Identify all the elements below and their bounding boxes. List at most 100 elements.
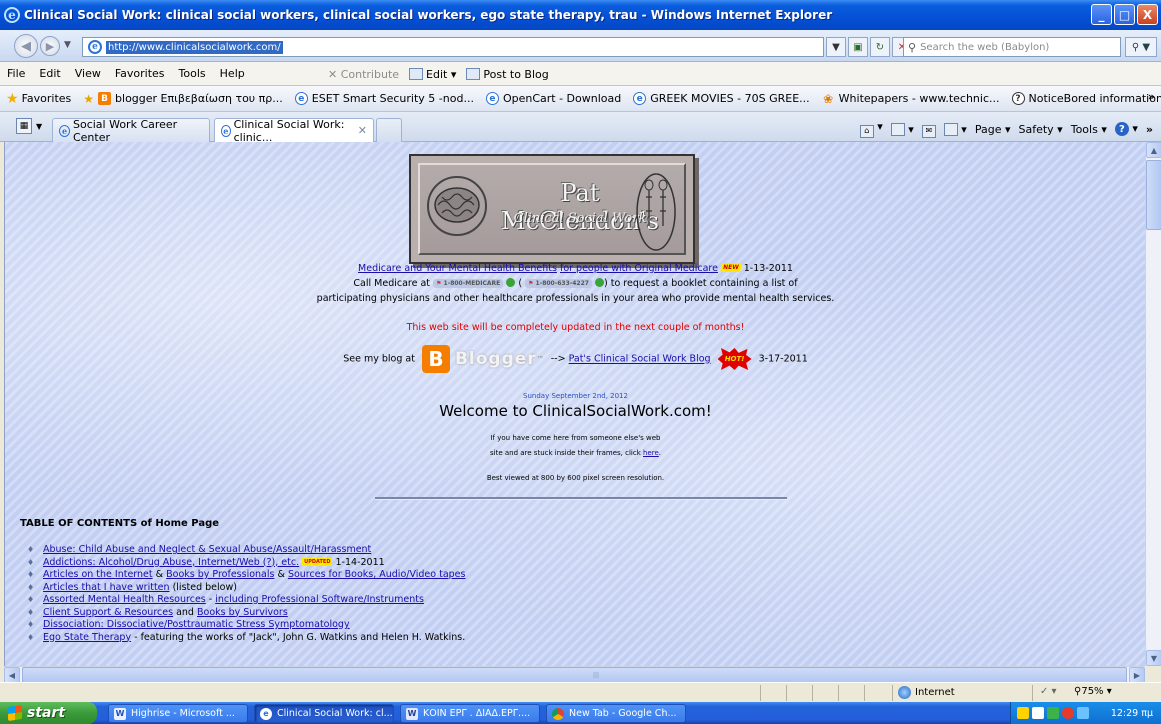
compatibility-view-icon[interactable]: ▣ (848, 37, 868, 57)
recent-pages-dropdown[interactable]: ▼ (64, 40, 71, 50)
toc-link[interactable]: Ego State Therapy (43, 632, 131, 643)
horizontal-scrollbar[interactable]: ◀ ||| ▶ (4, 666, 1145, 683)
scroll-up-icon[interactable]: ▲ (1146, 142, 1161, 158)
page-viewport: Pat McClendon's Clinical Social Work Med… (4, 142, 1145, 666)
favorites-button[interactable]: Favorites (22, 92, 72, 105)
menu-favorites[interactable]: Favorites (108, 67, 172, 80)
start-button[interactable]: start (0, 702, 97, 724)
tab-social-work-career-center[interactable]: e Social Work Career Center (52, 118, 210, 144)
close-button[interactable]: X (1137, 4, 1158, 25)
taskbar-item-document[interactable]: W ΚΟΙΝ ΕΡΓ . ΔΙΑΔ.ΕΡΓ.... (400, 704, 540, 723)
favorites-overflow-chevron[interactable]: » (1148, 90, 1155, 103)
scroll-down-icon[interactable]: ▼ (1146, 650, 1161, 666)
diamond-bullet-icon: ♦ (27, 607, 35, 617)
new-tab-button[interactable] (376, 118, 402, 142)
toc-link[interactable]: Sources for Books, Audio/Video tapes (288, 569, 466, 580)
vertical-scrollbar[interactable]: ▲ ▼ (1145, 142, 1161, 666)
blog-line: See my blog at B Blogger ™ --> Pat's Clini… (343, 345, 808, 373)
zoom-control[interactable]: ⚲75% ▾ (1074, 686, 1112, 697)
skype-status-icon (506, 278, 516, 287)
favorite-link[interactable]: e GREEK MOVIES - 70S GREE... (633, 92, 810, 105)
post-to-blog-icon (466, 67, 481, 80)
taskbar-item-chrome[interactable]: New Tab - Google Ch... (546, 704, 686, 723)
toc-link[interactable]: Books by Professionals (166, 569, 274, 580)
menu-file[interactable]: File (0, 67, 32, 80)
address-dropdown-icon[interactable]: ▼ (826, 37, 846, 57)
mail-button[interactable]: ✉ (921, 120, 936, 138)
toc-link[interactable]: Abuse: Child Abuse and Neglect & Sexual … (43, 544, 371, 555)
horizontal-scroll-thumb[interactable]: ||| (22, 667, 1127, 683)
post-to-blog-button[interactable]: Post to Blog (466, 67, 549, 81)
close-tab-icon[interactable]: ✕ (358, 124, 367, 137)
mail-icon: ✉ (921, 125, 936, 138)
toc-link[interactable]: Articles on the Internet (43, 569, 153, 580)
menu-view[interactable]: View (68, 67, 108, 80)
toc-link[interactable]: Books by Survivors (197, 607, 288, 618)
favorite-link[interactable]: e ESET Smart Security 5 -nod... (294, 92, 474, 105)
toc-link[interactable]: including Professional Software/Instrume… (215, 594, 424, 605)
minimize-button[interactable]: _ (1091, 4, 1112, 25)
maximize-button[interactable]: □ (1114, 4, 1135, 25)
menu-help[interactable]: Help (213, 67, 252, 80)
page-menu[interactable]: Page ▾ (975, 123, 1011, 136)
favorites-star-icon[interactable]: ★ (6, 91, 19, 107)
ie-page-icon: e (221, 124, 231, 137)
menu-edit[interactable]: Edit (32, 67, 67, 80)
original-medicare-link[interactable]: for people with Original Medicare (560, 263, 718, 274)
command-overflow-chevron[interactable]: » (1146, 123, 1153, 136)
safety-menu[interactable]: Safety ▾ (1019, 123, 1063, 136)
alert-icon[interactable] (1062, 707, 1074, 719)
status-bar: Internet ✓ ▾ ⚲75% ▾ (0, 682, 1161, 702)
security-zone: Internet (898, 686, 955, 699)
forward-button[interactable]: ▶ (40, 36, 60, 56)
add-to-favorites-icon[interactable]: ★ (83, 92, 94, 106)
toc-link[interactable]: Articles that I have written (43, 582, 170, 593)
protected-mode-icon[interactable]: ✓ ▾ (1040, 686, 1057, 697)
edit-toolbar-button[interactable]: Edit ▾ (409, 67, 456, 81)
current-date: Sunday September 2nd, 2012 (523, 392, 628, 400)
flag-icon: ⚑ (436, 280, 442, 287)
help-icon: ? (1114, 122, 1129, 137)
search-input[interactable]: ⚲ Search the web (Babylon) (903, 37, 1121, 57)
tools-menu[interactable]: Tools ▾ (1071, 123, 1107, 136)
volume-icon[interactable] (1032, 707, 1044, 719)
favorite-link[interactable]: Bblogger Επιβεβαίωση του πρ... (98, 92, 283, 105)
vertical-scroll-thumb[interactable] (1146, 160, 1161, 230)
toc-link[interactable]: Dissociation: Dissociative/Posttraumatic… (43, 619, 350, 630)
security-icon[interactable] (1047, 707, 1059, 719)
menu-tools[interactable]: Tools (172, 67, 213, 80)
favorite-link[interactable]: e OpenCart - Download (485, 92, 621, 105)
skype-call-button[interactable]: ⚑ 1-800-MEDICARE (433, 279, 504, 288)
home-button[interactable]: ⌂ ▾ (859, 120, 883, 138)
quick-tabs-icon[interactable]: ▦ (16, 118, 32, 134)
logo-frame: Pat McClendon's Clinical Social Work (418, 163, 686, 255)
skype-call-button[interactable]: ⚑ 1-800-633-4227 (525, 279, 592, 288)
refresh-icon[interactable]: ↻ (870, 37, 890, 57)
search-button[interactable]: ⚲ ▼ (1125, 37, 1157, 57)
print-button[interactable]: ▾ (943, 122, 967, 136)
taskbar-item-ie[interactable]: e Clinical Social Work: cl... (254, 704, 394, 723)
back-button[interactable]: ◀ (14, 34, 38, 58)
contribute-button[interactable]: ✕ Contribute (328, 68, 399, 81)
toc-link[interactable]: Client Support & Resources (43, 607, 173, 618)
taskbar-item-word[interactable]: W Highrise - Microsoft ... (108, 704, 248, 723)
address-url[interactable]: http://www.clinicalsocialwork.com/ (106, 40, 283, 54)
display-icon[interactable] (1077, 707, 1089, 719)
help-button[interactable]: ? ▾ (1114, 122, 1138, 137)
scroll-right-icon[interactable]: ▶ (1129, 667, 1145, 683)
address-bar[interactable]: e http://www.clinicalsocialwork.com/ (82, 37, 824, 57)
toc-link[interactable]: Assorted Mental Health Resources (43, 594, 206, 605)
break-frames-link[interactable]: here (643, 449, 659, 457)
medicare-benefits-link[interactable]: Medicare and Your Mental Health Benefits (358, 263, 557, 274)
toc-link[interactable]: Addictions: Alcohol/Drug Abuse, Internet… (43, 557, 299, 568)
blogger-logo[interactable]: B Blogger ™ (421, 345, 544, 373)
tab-clinical-social-work[interactable]: e Clinical Social Work: clinic... ✕ (214, 118, 374, 144)
blog-link[interactable]: Pat's Clinical Social Work Blog (569, 354, 711, 365)
feeds-button[interactable]: ▾ (890, 122, 914, 136)
tab-list-dropdown[interactable]: ▼ (36, 122, 42, 131)
update-notice: This web site will be completely updated… (406, 322, 745, 333)
favorite-link[interactable]: ?NoticeBored information sec... (1011, 92, 1161, 105)
scroll-left-icon[interactable]: ◀ (4, 667, 20, 683)
network-icon[interactable] (1017, 707, 1029, 719)
favorite-link[interactable]: ❀ Whitepapers - www.technic... (822, 92, 999, 106)
